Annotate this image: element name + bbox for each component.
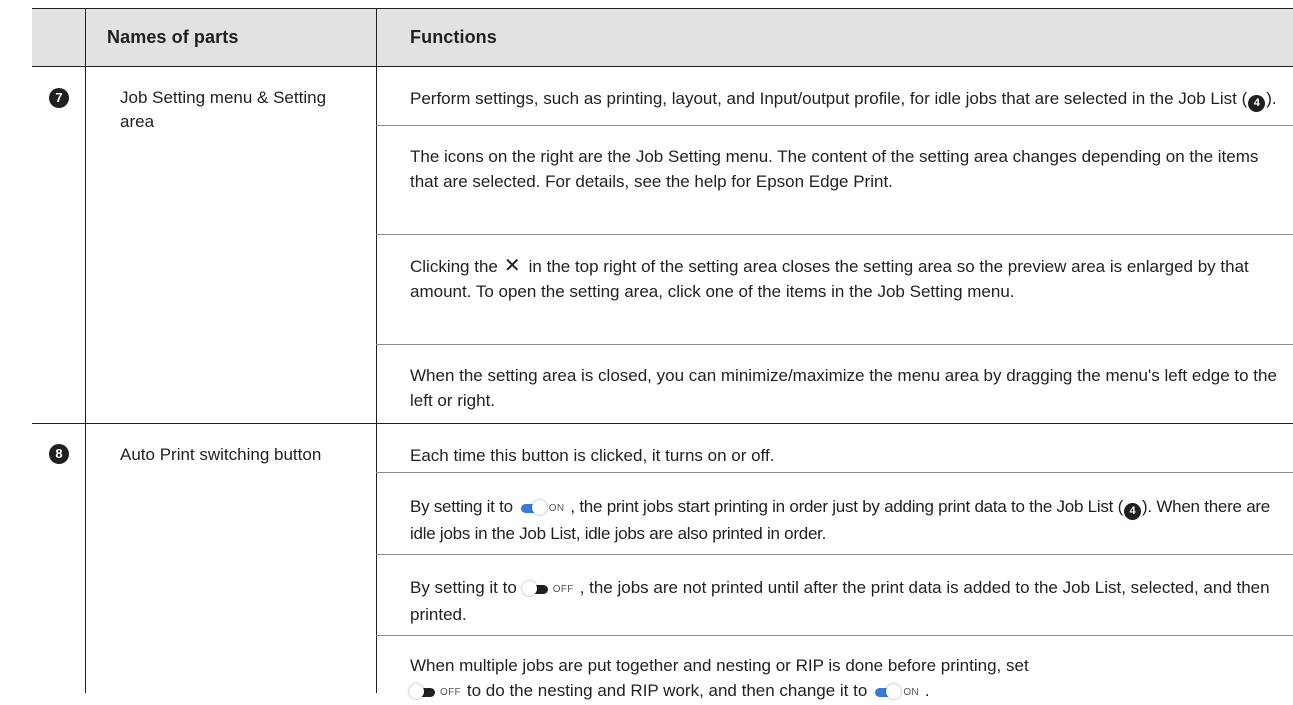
part-name: Job Setting menu & Setting area [120, 88, 327, 131]
part-name: Auto Print switching button [120, 445, 322, 464]
paragraph-separator [376, 472, 1293, 473]
toggle-off-icon: OFF [521, 577, 574, 602]
function-paragraph: Each time this button is clicked, it tur… [410, 446, 775, 465]
ref-number-badge: 4 [1123, 503, 1141, 520]
function-paragraph: When multiple jobs are put together and … [409, 653, 1290, 705]
paragraph-separator [376, 635, 1293, 636]
toggle-on-icon: ON [520, 496, 565, 521]
ref-number-badge: 4 [1248, 95, 1266, 112]
row-divider [32, 423, 1293, 424]
header-bottom-border [32, 66, 1293, 67]
column-divider-2 [376, 8, 377, 693]
column-divider-1 [85, 8, 86, 693]
paragraph-separator [376, 234, 1293, 235]
paragraph-separator [376, 554, 1293, 555]
function-paragraph: Clicking the ✕ in the top right of the set… [410, 255, 1249, 301]
function-paragraph: Perform settings, such as printing, layo… [410, 86, 1290, 112]
function-paragraph: By setting it to OFF, the jobs are not pr… [410, 577, 1270, 624]
table-top-border [32, 8, 1293, 9]
column-header-functions: Functions [410, 27, 497, 47]
paragraph-separator [376, 344, 1293, 345]
close-icon: ✕ [503, 255, 521, 277]
column-header-names: Names of parts [107, 27, 239, 47]
row-number-badge: 8 [49, 444, 69, 464]
function-paragraph: The icons on the right are the Job Setti… [410, 147, 1259, 191]
function-paragraph: When the setting area is closed, you can… [410, 366, 1277, 410]
function-paragraph: By setting it to ON, the print jobs start… [410, 496, 1271, 543]
row-number-badge: 7 [49, 88, 69, 108]
paragraph-separator [376, 125, 1293, 126]
parts-functions-table: Names of parts Functions 7 Job Setting m… [32, 8, 1293, 700]
